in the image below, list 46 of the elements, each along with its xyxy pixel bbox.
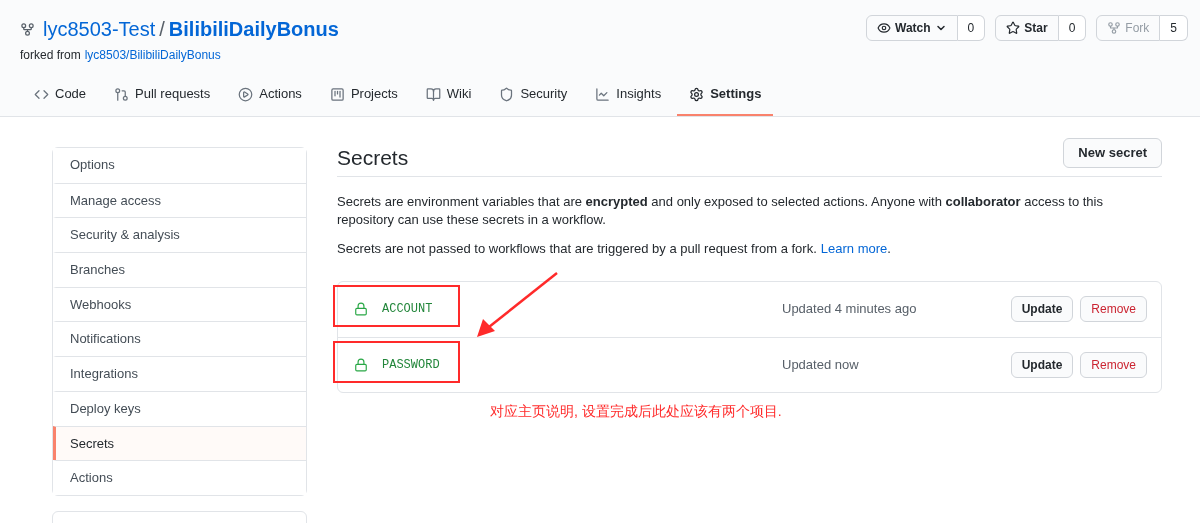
eye-icon: [877, 21, 892, 35]
menu-item[interactable]: Actions: [53, 460, 306, 495]
shield-icon: [499, 86, 515, 102]
fork-icon: [20, 21, 35, 37]
repo-tab[interactable]: Wiki: [413, 74, 484, 116]
menu-item[interactable]: Secrets: [53, 425, 306, 461]
repo-tab[interactable]: Actions: [226, 74, 314, 116]
repo-tab[interactable]: Security: [487, 74, 580, 116]
book-icon: [425, 86, 441, 102]
repo-tab[interactable]: Projects: [317, 74, 410, 116]
play-icon: [238, 86, 254, 102]
repo-tab[interactable]: Insights: [583, 74, 674, 116]
update-button[interactable]: Update: [1010, 296, 1074, 322]
lock-icon: [354, 302, 368, 316]
settings-icon: [689, 86, 705, 102]
lock-icon: [354, 357, 368, 372]
repo-action-button[interactable]: Star: [995, 15, 1059, 41]
fork-note-text: Secrets are not passed to workflows that are triggered by a pull request from a fork.: [337, 240, 817, 258]
forked-from-label: forked from: [20, 47, 81, 64]
repo-action-button[interactable]: Watch: [866, 15, 958, 41]
repo-tab[interactable]: Pull requests: [102, 74, 223, 116]
source-repo-link[interactable]: lyc8503/BilibiliDailyBonus: [84, 46, 221, 64]
new-secret-button[interactable]: New secret: [1063, 138, 1162, 168]
count-badge[interactable]: 0: [1058, 15, 1087, 41]
path-separator: /: [159, 17, 165, 42]
sentence-period: .: [887, 241, 891, 256]
updated-text: Updated 4 minutes ago: [782, 300, 917, 319]
owner-link[interactable]: lyc8503-Test: [43, 14, 156, 44]
remove-button[interactable]: Remove: [1080, 296, 1147, 322]
page-title: Secrets: [337, 147, 409, 170]
remove-button[interactable]: Remove: [1080, 351, 1147, 378]
secret-name: ACCOUNT: [382, 301, 434, 318]
repo-link[interactable]: BilibiliDailyBonus: [168, 14, 339, 44]
annotation-text: 对应主页说明, 设置完成后此处应该有两个项目.: [490, 401, 783, 421]
graph-icon: [595, 86, 611, 102]
updated-text: Updated now: [782, 355, 859, 374]
repo-tab[interactable]: Settings: [677, 74, 774, 116]
star-icon: [1006, 21, 1021, 35]
pull-request-icon: [114, 86, 130, 102]
description-text: Secrets are environment variables that are encrypted and only exposed to selected actions. Anyone with collaborator access to this repository can use these secrets in a workflow.: [337, 193, 1104, 229]
count-badge[interactable]: 0: [957, 15, 986, 41]
board-icon: [329, 86, 345, 102]
repo-tab[interactable]: Code: [22, 74, 99, 116]
secret-name: PASSWORD: [382, 356, 441, 374]
update-button[interactable]: Update: [1010, 351, 1074, 378]
fork-icon: [1107, 21, 1122, 35]
